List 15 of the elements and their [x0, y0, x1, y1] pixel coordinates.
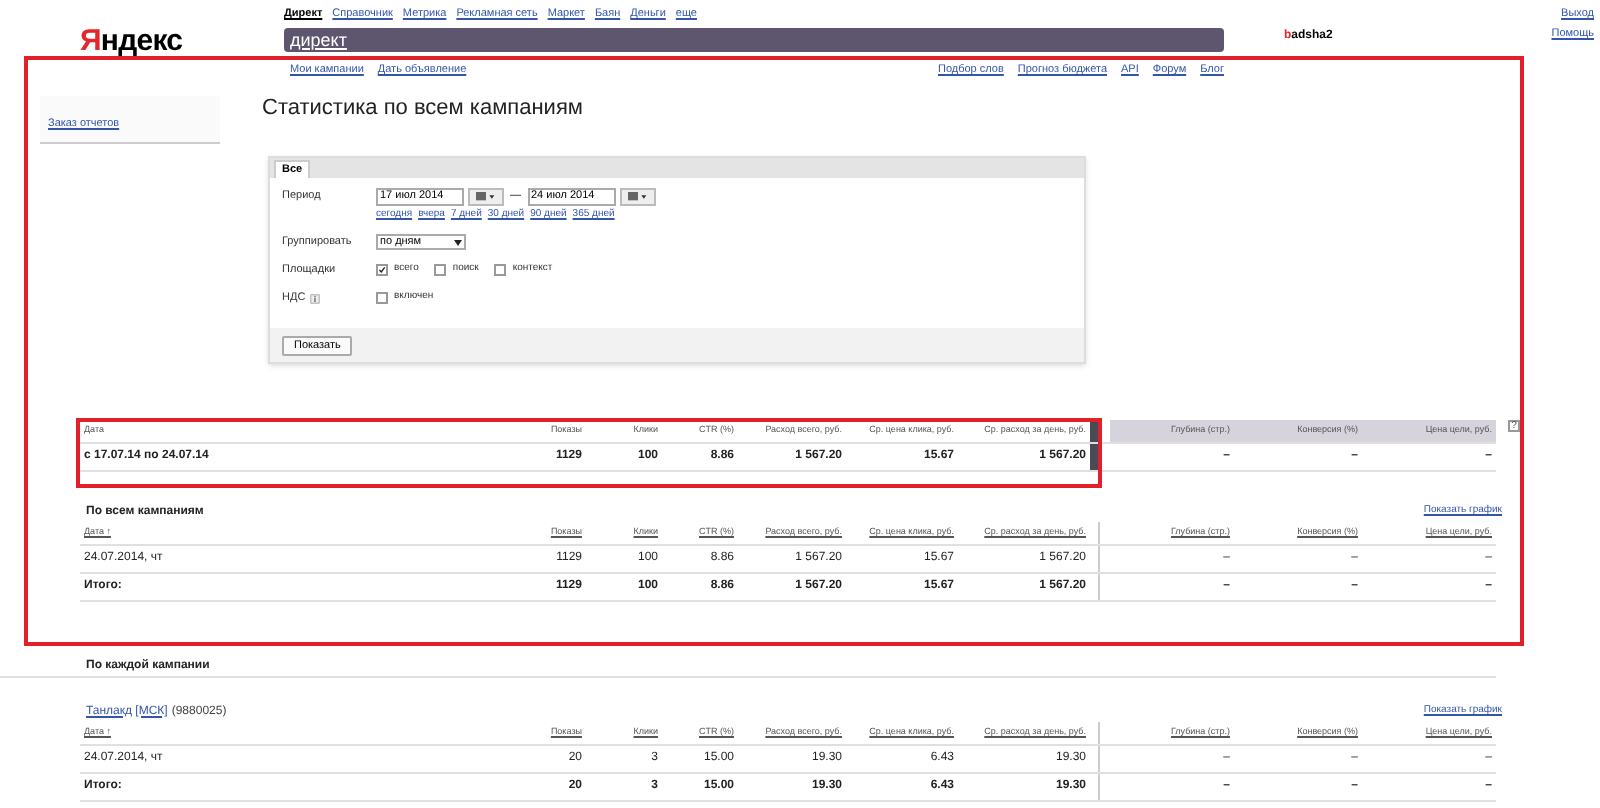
calendar-icon [476, 192, 496, 202]
checkbox[interactable] [376, 264, 388, 276]
logo[interactable]: Яндекс [80, 24, 183, 58]
calendar-icon [627, 192, 647, 202]
checkbox[interactable] [376, 292, 388, 304]
search-field[interactable]: директ [284, 28, 1224, 52]
side-tab[interactable] [1090, 420, 1100, 442]
calendar-button[interactable] [468, 188, 504, 206]
caret-icon [454, 239, 462, 245]
info-icon[interactable] [309, 293, 320, 303]
side-tab[interactable] [1090, 444, 1100, 470]
checkbox[interactable] [494, 264, 507, 276]
page-title: Статистика по всем кампаниям [262, 96, 585, 122]
calendar-button[interactable] [619, 188, 655, 206]
checkbox[interactable] [434, 264, 447, 276]
